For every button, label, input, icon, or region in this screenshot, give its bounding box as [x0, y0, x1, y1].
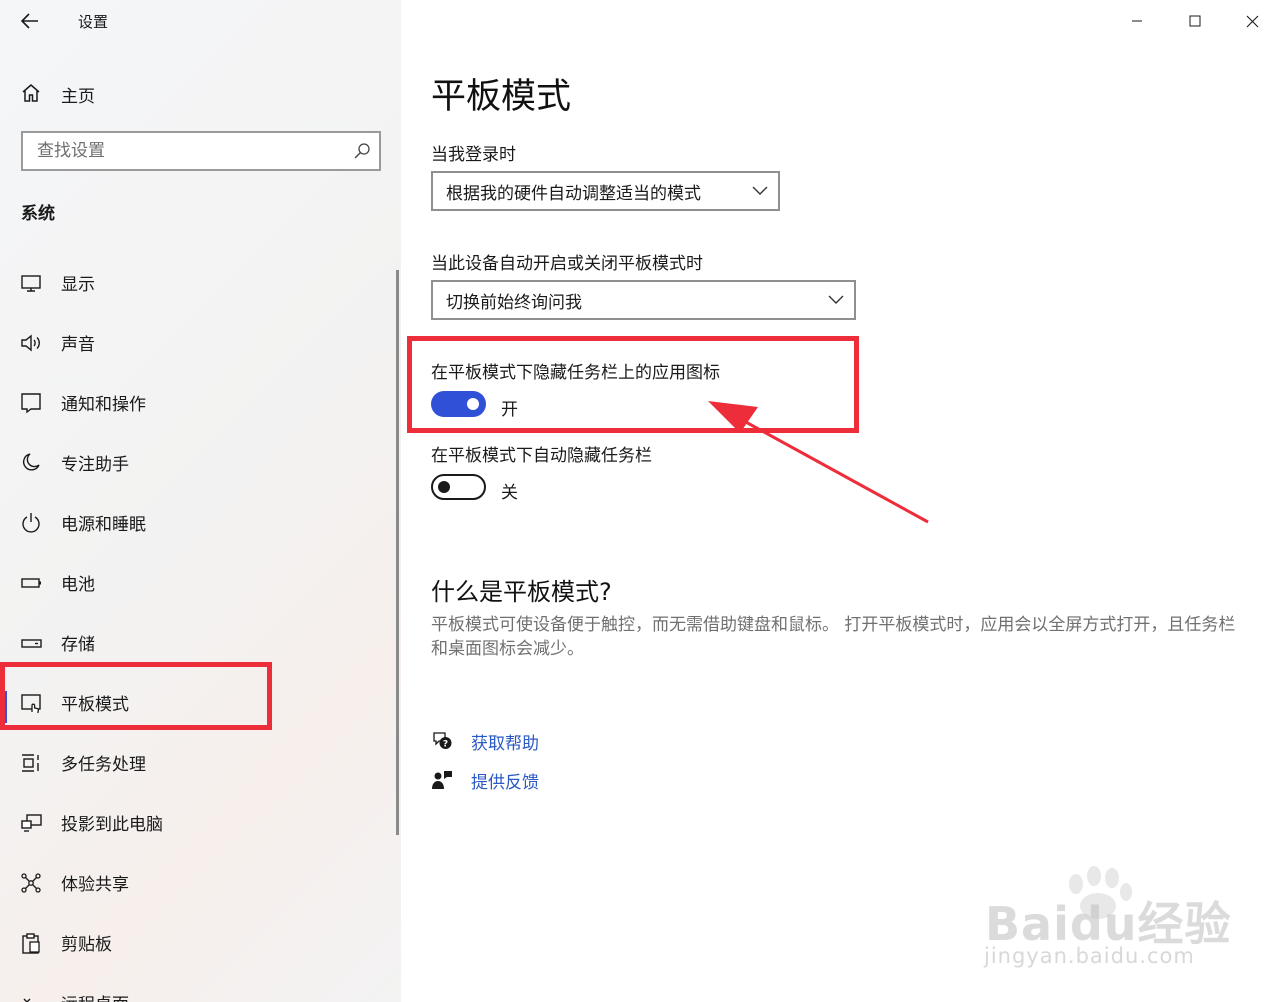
clipboard-icon: [22, 933, 40, 954]
sidebar-item-sound[interactable]: 声音: [0, 317, 397, 369]
minimize-button[interactable]: [1122, 8, 1152, 34]
feedback-text[interactable]: 提供反馈: [471, 768, 539, 793]
sidebar-item-power[interactable]: 电源和睡眠: [0, 497, 397, 549]
signin-dropdown[interactable]: 根据我的硬件自动调整适当的模式: [431, 171, 780, 211]
maximize-button[interactable]: [1180, 8, 1210, 34]
sidebar-item-multitasking[interactable]: 多任务处理: [0, 737, 397, 789]
sidebar-item-project[interactable]: 投影到此电脑: [0, 797, 397, 849]
close-button[interactable]: [1237, 8, 1267, 34]
feedback-link[interactable]: 提供反馈: [431, 766, 539, 794]
sidebar-item-label: 多任务处理: [61, 755, 146, 775]
project-icon: [21, 814, 42, 832]
sidebar-item-label: 投影到此电脑: [61, 815, 163, 835]
message-icon: [21, 393, 41, 414]
speaker-icon: [21, 334, 40, 352]
sidebar-item-label: 专注助手: [61, 455, 129, 475]
moon-icon: [22, 453, 40, 471]
back-button[interactable]: [14, 6, 46, 36]
switch-dropdown[interactable]: 切换前始终询问我: [431, 280, 856, 320]
sidebar-item-label: 体验共享: [61, 875, 129, 895]
sidebar-item-home[interactable]: 主页: [0, 72, 401, 114]
section-heading: 系统: [21, 204, 55, 224]
chevron-down-icon: [752, 186, 768, 195]
sidebar-item-label: 通知和操作: [61, 395, 146, 415]
get-help-link[interactable]: ? 获取帮助: [431, 727, 539, 755]
storage-icon: [21, 639, 42, 648]
chevron-down-icon: [828, 295, 844, 304]
sidebar-item-label: 存储: [61, 635, 95, 655]
what-is-heading: 什么是平板模式?: [431, 578, 612, 606]
remote-desktop-icon: [23, 998, 31, 1002]
sidebar-item-focus-assist[interactable]: 专注助手: [0, 437, 397, 489]
autohide-label: 在平板模式下自动隐藏任务栏: [431, 446, 652, 466]
sidebar-item-label: 电池: [61, 575, 95, 595]
sidebar-item-label: 声音: [61, 335, 95, 355]
help-chat-icon: ?: [433, 732, 452, 750]
sidebar-item-label: 远程桌面: [61, 990, 129, 1002]
annotation-highlight-sidebar: [0, 662, 272, 730]
sidebar: 设置 主页 系统 显示 声音 通知和操作 专注助手 电源和睡眠 电池 存储 平板…: [0, 0, 401, 1002]
get-help-text[interactable]: 获取帮助: [471, 729, 539, 754]
power-icon: [22, 513, 40, 533]
minimize-icon: [1132, 20, 1142, 22]
sidebar-item-shared-experiences[interactable]: 体验共享: [0, 857, 397, 909]
signin-label: 当我登录时: [431, 145, 516, 165]
toggle-knob: [438, 481, 450, 493]
switch-label: 当此设备自动开启或关闭平板模式时: [431, 254, 703, 274]
search-input[interactable]: [23, 134, 343, 168]
annotation-arrow: [708, 401, 929, 524]
signin-dropdown-value: 根据我的硬件自动调整适当的模式: [446, 183, 701, 204]
autohide-toggle[interactable]: [431, 474, 486, 500]
page-title: 平板模式: [431, 77, 572, 117]
sidebar-item-remote-desktop[interactable]: 远程桌面: [0, 977, 397, 1002]
what-is-description: 平板模式可使设备便于触控，而无需借助键盘和鼠标。 打开平板模式时，应用会以全屏方…: [431, 615, 1236, 659]
multitask-icon: [22, 754, 39, 772]
search-icon[interactable]: [353, 142, 371, 160]
sidebar-scrollbar[interactable]: [396, 270, 399, 835]
sidebar-item-label: 电源和睡眠: [61, 515, 146, 535]
home-icon: [22, 84, 40, 102]
feedback-person-icon: [432, 771, 452, 789]
sidebar-item-battery[interactable]: 电池: [0, 557, 397, 609]
sidebar-item-label: 剪贴板: [61, 935, 112, 955]
battery-icon: [21, 578, 41, 588]
autohide-state: 关: [501, 483, 518, 503]
sidebar-item-label: 显示: [61, 275, 95, 295]
maximize-icon: [1189, 15, 1201, 27]
sidebar-item-display[interactable]: 显示: [0, 257, 397, 309]
back-arrow-icon: [21, 13, 38, 29]
sidebar-item-clipboard[interactable]: 剪贴板: [0, 917, 397, 969]
sidebar-item-label: 主页: [61, 87, 95, 107]
watermark-url: jingyan.baidu.com: [984, 944, 1195, 968]
switch-dropdown-value: 切换前始终询问我: [446, 292, 582, 313]
svg-text:?: ?: [443, 740, 448, 750]
sidebar-item-notifications[interactable]: 通知和操作: [0, 377, 397, 429]
search-box[interactable]: [21, 131, 381, 171]
share-icon: [21, 873, 41, 893]
close-icon: [1246, 15, 1258, 27]
monitor-icon: [21, 275, 41, 292]
app-title: 设置: [78, 13, 109, 31]
